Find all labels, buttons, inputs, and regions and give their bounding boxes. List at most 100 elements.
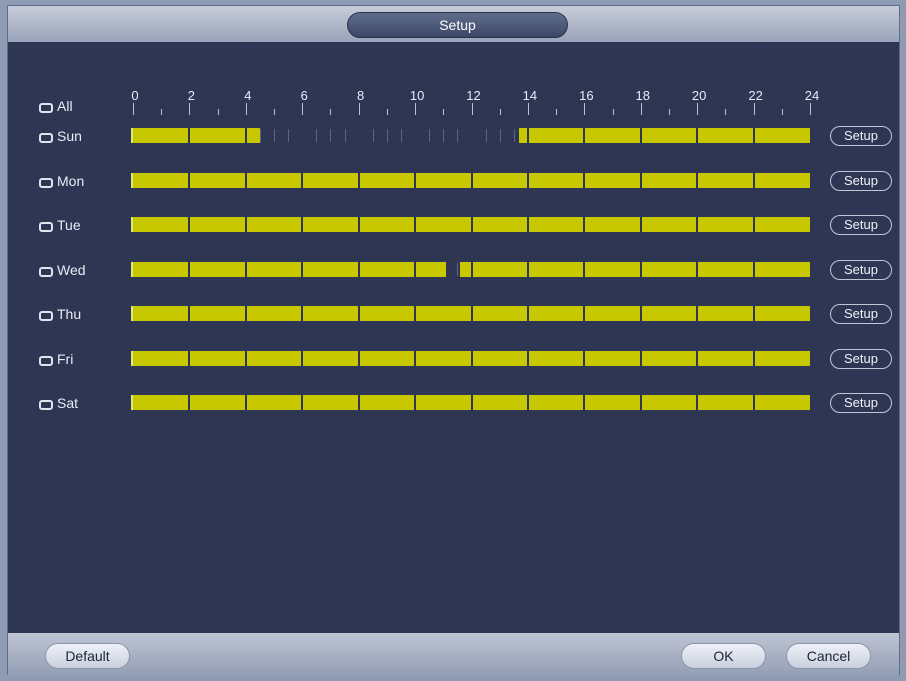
ok-button[interactable]: OK xyxy=(681,643,766,669)
hour-divider xyxy=(639,261,642,277)
schedule-bar-wed[interactable] xyxy=(131,261,812,277)
setup-button-thu[interactable]: Setup xyxy=(830,304,892,324)
hour-divider xyxy=(752,172,755,188)
scale-tick xyxy=(161,109,163,115)
hour-divider xyxy=(414,128,417,143)
hour-divider xyxy=(696,128,699,143)
hour-divider xyxy=(470,217,473,232)
hour-divider xyxy=(301,306,304,321)
hour-divider xyxy=(244,395,247,410)
hour-divider xyxy=(639,172,642,188)
day-label: Thu xyxy=(57,306,82,322)
hour-divider xyxy=(357,172,360,188)
grid-line xyxy=(457,129,459,142)
schedule-bar-sun[interactable] xyxy=(131,128,812,143)
hour-divider xyxy=(583,172,586,188)
grid-line xyxy=(386,129,388,142)
hour-divider xyxy=(696,261,699,277)
hour-divider xyxy=(752,350,755,366)
schedule-bar-fri[interactable] xyxy=(131,350,812,366)
checkbox-all[interactable] xyxy=(39,103,53,113)
setup-button-fri[interactable]: Setup xyxy=(830,348,892,369)
hour-divider xyxy=(696,395,699,410)
hour-divider xyxy=(470,261,473,277)
hour-divider xyxy=(752,261,755,277)
hour-divider xyxy=(414,350,417,366)
scale-tick xyxy=(697,103,699,115)
hour-divider xyxy=(583,217,586,232)
scale-tick xyxy=(274,109,276,115)
cancel-button[interactable]: Cancel xyxy=(786,643,871,669)
checkbox-sat[interactable] xyxy=(39,400,53,410)
scale-tick xyxy=(753,103,755,115)
setup-button-sun[interactable]: Setup xyxy=(830,126,892,146)
all-label: All xyxy=(57,98,73,114)
scale-label: 4 xyxy=(244,88,252,103)
hour-divider xyxy=(696,306,699,321)
hour-divider xyxy=(583,128,586,143)
grid-line xyxy=(344,129,346,142)
hour-divider xyxy=(526,261,529,277)
checkbox-fri[interactable] xyxy=(39,355,53,366)
hour-divider xyxy=(752,128,755,143)
title-bar[interactable]: Setup xyxy=(8,6,899,42)
scale-tick xyxy=(556,109,558,115)
grid-line xyxy=(330,129,332,142)
grid-line xyxy=(457,262,459,276)
setup-button-tue[interactable]: Setup xyxy=(830,215,892,235)
hour-divider xyxy=(526,128,529,143)
hour-divider xyxy=(526,350,529,366)
checkbox-sun[interactable] xyxy=(39,133,53,143)
hour-divider xyxy=(470,306,473,321)
scale-tick xyxy=(810,103,811,115)
scale-tick xyxy=(189,103,191,115)
scale-label: 12 xyxy=(466,88,481,103)
hour-divider xyxy=(188,350,191,366)
schedule-bar-mon[interactable] xyxy=(131,172,812,188)
hour-divider xyxy=(752,306,755,321)
scale-label: 6 xyxy=(300,88,308,103)
grid-line xyxy=(372,129,374,142)
setup-button-mon[interactable]: Setup xyxy=(830,170,892,191)
schedule-bar-tue[interactable] xyxy=(131,217,812,232)
scale-tick xyxy=(640,103,642,115)
hour-divider xyxy=(188,217,191,232)
hour-divider xyxy=(357,350,360,366)
scale-tick xyxy=(386,109,388,115)
day-label: Fri xyxy=(57,350,74,367)
checkbox-wed[interactable] xyxy=(39,266,53,277)
setup-button-wed[interactable]: Setup xyxy=(830,259,892,280)
hour-divider xyxy=(414,395,417,410)
hour-divider xyxy=(414,306,417,321)
checkbox-tue[interactable] xyxy=(39,222,53,232)
schedule-bar-sat[interactable] xyxy=(131,395,812,410)
hour-divider xyxy=(188,261,191,277)
grid-line xyxy=(274,129,276,142)
hour-divider xyxy=(526,395,529,410)
scale-label: 20 xyxy=(691,88,707,103)
record-segment xyxy=(460,261,810,277)
schedule-bar-thu[interactable] xyxy=(131,306,812,321)
day-label: Wed xyxy=(57,261,86,278)
scale-label: 10 xyxy=(409,88,425,103)
hour-divider xyxy=(188,172,191,188)
scale-tick xyxy=(584,103,586,115)
setup-button-sat[interactable]: Setup xyxy=(830,393,892,413)
hour-divider xyxy=(244,128,247,143)
day-label: Sat xyxy=(57,395,79,411)
grid-line xyxy=(316,129,318,142)
hour-divider xyxy=(301,395,304,410)
hour-divider xyxy=(414,261,417,277)
hour-divider xyxy=(470,128,473,143)
default-button[interactable]: Default xyxy=(45,643,130,669)
checkbox-thu[interactable] xyxy=(39,311,53,321)
scale-tick xyxy=(330,109,332,115)
hour-divider xyxy=(357,217,360,232)
scale-label: 2 xyxy=(187,88,196,103)
hour-divider xyxy=(414,217,417,232)
dialog-title: Setup xyxy=(347,12,568,38)
checkbox-mon[interactable] xyxy=(39,177,53,188)
hour-divider xyxy=(188,306,191,321)
record-segment xyxy=(519,128,810,143)
scale-tick xyxy=(358,103,360,115)
